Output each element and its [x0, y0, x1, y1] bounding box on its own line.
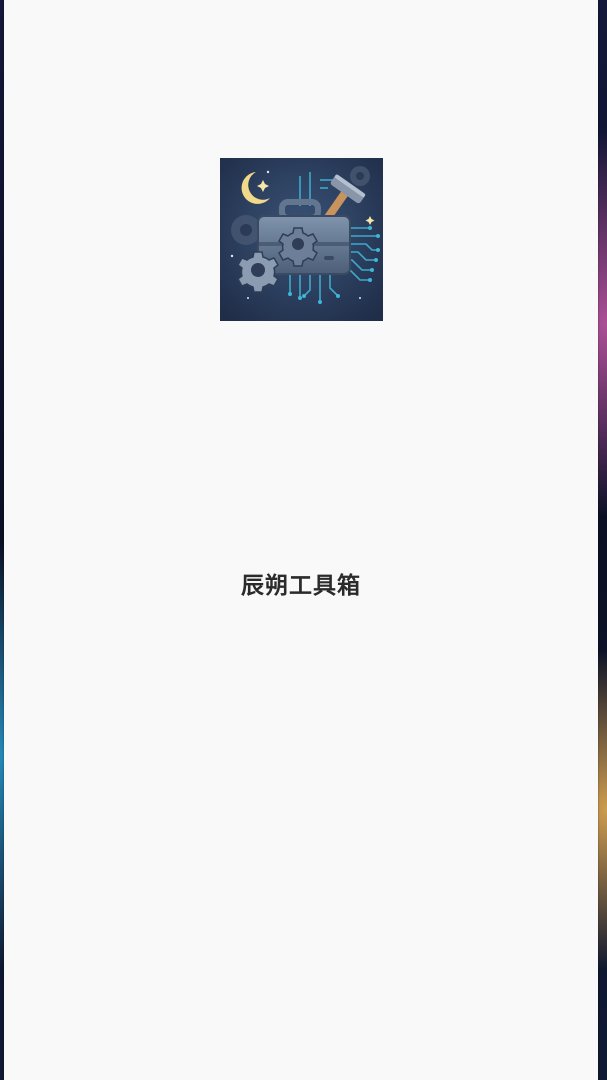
splash-screen: 辰朔工具箱: [4, 0, 598, 1080]
toolbox-gear-hammer-icon: [220, 158, 383, 321]
app-name-title: 辰朔工具箱: [241, 573, 361, 599]
